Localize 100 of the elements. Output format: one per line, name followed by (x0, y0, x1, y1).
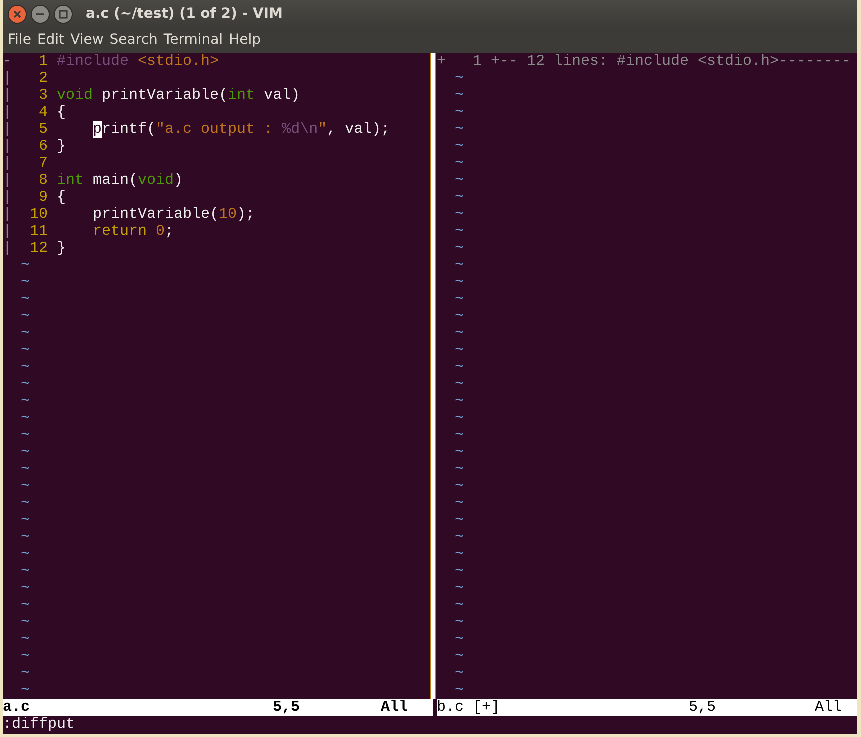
menu-item[interactable]: Search (106, 30, 161, 51)
filler-tilde: ~ (454, 529, 464, 546)
code-line: printVariable(10); (92, 206, 256, 223)
filler-tilde: ~ (20, 563, 30, 580)
filler-tilde: ~ (454, 495, 464, 512)
filler-tilde: ~ (454, 308, 464, 325)
menu-item[interactable]: Edit (34, 30, 68, 51)
filler-tilde: ~ (454, 597, 464, 614)
filler-tilde: ~ (454, 563, 464, 580)
filler-tilde: ~ (454, 478, 464, 495)
filler-tilde: ~ (20, 614, 30, 631)
filler-tilde: ~ (454, 87, 464, 104)
filler-tilde: ~ (20, 546, 30, 563)
filler-tilde: ~ (20, 597, 30, 614)
fold-marker: | (3, 87, 12, 104)
fold-marker: | (3, 155, 12, 172)
line-number: 10 (28, 206, 48, 223)
filler-tilde: ~ (454, 376, 464, 393)
fold-marker: | (3, 223, 12, 240)
filler-tilde: ~ (20, 529, 30, 546)
minimize-icon[interactable] (31, 4, 50, 24)
filler-tilde: ~ (454, 512, 464, 529)
filler-tilde: ~ (20, 342, 30, 359)
filler-tilde: ~ (20, 274, 30, 291)
fold-marker: - (3, 53, 12, 70)
filler-tilde: ~ (20, 461, 30, 478)
line-number: 8 (38, 172, 48, 189)
code-line: } (57, 240, 66, 257)
filler-tilde: ~ (454, 121, 464, 138)
filler-tilde: ~ (20, 393, 30, 410)
filler-tilde: ~ (454, 206, 464, 223)
filler-tilde: ~ (20, 257, 30, 274)
filler-tilde: ~ (454, 70, 464, 87)
filler-tilde: ~ (20, 308, 30, 325)
filler-tilde: ~ (454, 189, 464, 206)
menu-item[interactable]: Terminal (160, 30, 226, 51)
line-number: 12 (28, 240, 48, 257)
status-scroll-position: All (815, 699, 842, 716)
fold-marker: | (3, 172, 12, 189)
filler-tilde: ~ (454, 410, 464, 427)
line-number: 9 (38, 189, 48, 206)
line-number: 1 (38, 53, 48, 70)
filler-tilde: ~ (20, 648, 30, 665)
maximize-icon[interactable] (54, 4, 73, 24)
close-icon[interactable] (8, 4, 27, 24)
filler-tilde: ~ (454, 682, 464, 699)
filler-tilde: ~ (454, 274, 464, 291)
code-line: void printVariable(int val) (57, 87, 300, 104)
line-number: 2 (38, 70, 48, 87)
filler-tilde: ~ (454, 546, 464, 563)
filler-tilde: ~ (454, 291, 464, 308)
code-line: #include <stdio.h> (57, 53, 220, 70)
filler-tilde: ~ (454, 257, 464, 274)
filler-tilde: ~ (20, 410, 30, 427)
menu-item[interactable]: File (5, 30, 34, 51)
filler-tilde: ~ (454, 648, 464, 665)
fold-marker: | (3, 104, 12, 121)
filler-tilde: ~ (20, 580, 30, 597)
filler-tilde: ~ (454, 325, 464, 342)
code-line: } (57, 138, 66, 155)
filler-tilde: ~ (454, 223, 464, 240)
code-line: printf("a.c output : %d\n", val); (92, 121, 390, 138)
filler-tilde: ~ (20, 427, 30, 444)
fold-marker: | (3, 206, 12, 223)
code-line: return 0; (92, 223, 174, 240)
filler-tilde: ~ (20, 478, 30, 495)
fold-marker: | (3, 240, 12, 257)
menu-item[interactable]: View (68, 30, 107, 51)
line-number: 4 (38, 104, 48, 121)
filler-tilde: ~ (454, 104, 464, 121)
menu-item[interactable]: Help (226, 30, 264, 51)
filler-tilde: ~ (454, 614, 464, 631)
line-number: 1 (472, 53, 482, 70)
filler-tilde: ~ (20, 682, 30, 699)
filler-tilde: ~ (454, 240, 464, 257)
line-number: 11 (28, 223, 48, 240)
filler-tilde: ~ (454, 342, 464, 359)
fold-marker: + (437, 53, 446, 70)
filler-tilde: ~ (454, 461, 464, 478)
filler-tilde: ~ (20, 325, 30, 342)
filler-tilde: ~ (454, 138, 464, 155)
filler-tilde: ~ (20, 291, 30, 308)
line-number: 3 (38, 87, 48, 104)
filler-tilde: ~ (454, 172, 464, 189)
status-cursor-position: 5,5 (689, 699, 718, 716)
filler-tilde: ~ (454, 580, 464, 597)
line-number: 6 (38, 138, 48, 155)
filler-tilde: ~ (20, 444, 30, 461)
code-line: { (57, 104, 66, 121)
fold-marker: | (3, 70, 12, 87)
window-title: a.c (~/test) (1 of 2) - VIM (86, 4, 283, 24)
filler-tilde: ~ (20, 495, 30, 512)
filler-tilde: ~ (454, 631, 464, 648)
line-number: 5 (38, 121, 48, 138)
status-file-name: a.c (3, 699, 32, 716)
filler-tilde: ~ (454, 444, 464, 461)
filler-tilde: ~ (454, 155, 464, 172)
code-line: int main(void) (57, 172, 184, 189)
status-file-name: b.c [+] (437, 699, 502, 716)
filler-tilde: ~ (454, 665, 464, 682)
